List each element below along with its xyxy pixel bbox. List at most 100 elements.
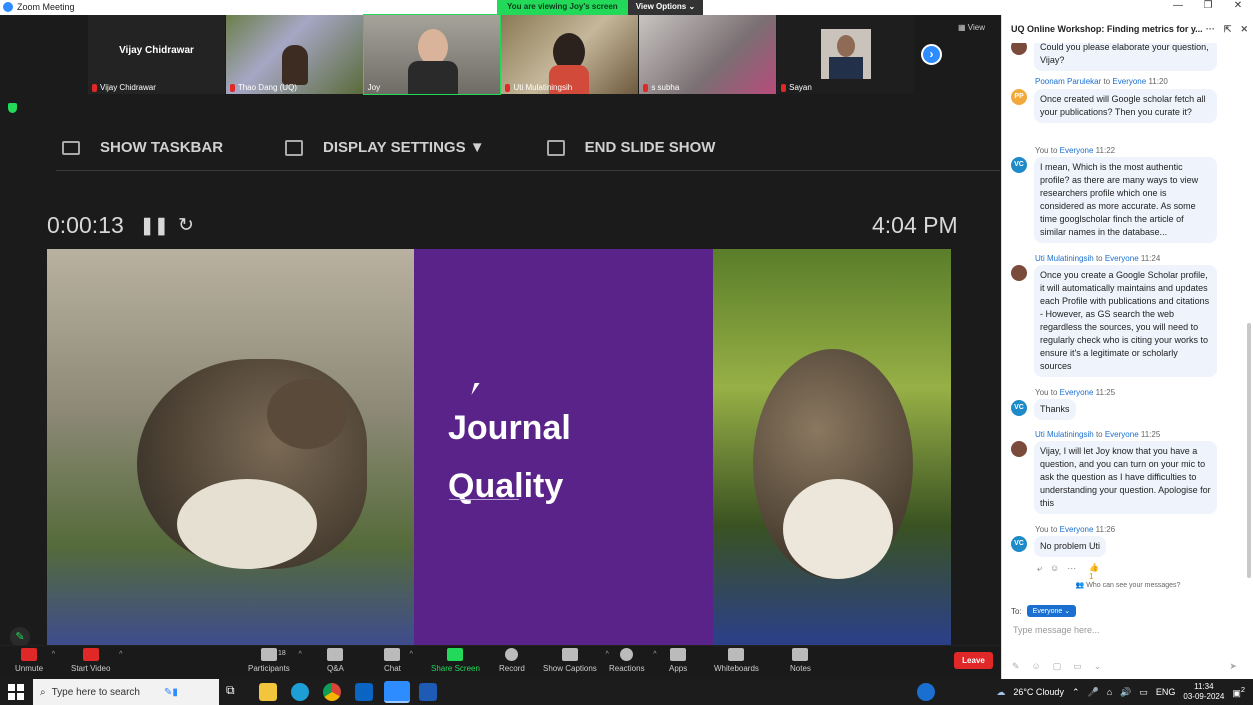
who-can-see-link[interactable]: 👥 Who can see your messages? [1002, 581, 1253, 589]
caret-up-icon[interactable]: ^ [52, 651, 55, 658]
volume-icon[interactable]: 🔊 [1120, 687, 1131, 698]
caret-up-icon[interactable]: ^ [653, 651, 656, 658]
participant-photo [821, 29, 872, 79]
view-label: View [967, 23, 985, 32]
message-bubble: Could you please elaborate your question… [1034, 43, 1217, 71]
search-highlight-icon: ✎▮ [164, 686, 178, 698]
chevron-up-icon[interactable]: ⌃ [1072, 687, 1080, 698]
chat-input[interactable]: Type message here... [1013, 625, 1100, 635]
restore-icon[interactable]: ❐ [1193, 0, 1223, 11]
to-word: to [1095, 430, 1103, 439]
outlook-icon[interactable] [355, 683, 373, 701]
security-shield-icon[interactable] [8, 103, 17, 113]
participant-name: Sayan [789, 83, 812, 92]
view-options-button[interactable]: View Options ⌄ [627, 0, 704, 15]
battery-icon[interactable]: ▭ [1139, 687, 1148, 698]
restart-timer-icon[interactable]: ↻ [178, 214, 194, 237]
chevron-down-icon[interactable]: ⌄ [1094, 661, 1102, 672]
network-icon[interactable]: ⌂ [1107, 687, 1112, 697]
file-explorer-icon[interactable] [259, 683, 277, 701]
taskbar-search[interactable]: ⌕ Type here to search ✎▮ [33, 679, 219, 705]
notes-label: Notes [790, 664, 811, 673]
display-settings-label: DISPLAY SETTINGS ▼ [323, 139, 485, 156]
participant-tile[interactable]: Uti Mulatiningsih [501, 15, 639, 94]
clock[interactable]: 11:34 03-09-2024 [1183, 682, 1224, 702]
slideshow-timer: 0:00:13 [47, 212, 124, 238]
participant-tile-active-speaker[interactable]: Joy [362, 14, 502, 95]
app-name: Zoom Meeting [17, 2, 75, 12]
caret-up-icon[interactable]: ^ [299, 651, 302, 658]
end-slide-show-button[interactable]: END SLIDE SHOW [546, 139, 715, 156]
show-captions-button[interactable]: Show Captions ^ [543, 648, 609, 673]
annotate-pencil-icon[interactable]: ✎ [10, 627, 30, 647]
mic-muted-icon [643, 83, 649, 92]
chat-button[interactable]: Chat ^ [384, 648, 413, 673]
unmute-button[interactable]: Unmute ^ [15, 648, 55, 673]
caret-up-icon[interactable]: ^ [119, 651, 122, 658]
meeting-area: Vijay Chidrawar Vijay Chidrawar Thao Dan… [0, 14, 1001, 647]
participant-name: s subha [651, 83, 680, 92]
share-screen-button[interactable]: Share Screen [431, 648, 480, 673]
weather-label[interactable]: 26°C Cloudy [1013, 687, 1064, 697]
task-view-icon[interactable]: ⧉ [226, 683, 244, 701]
notes-button[interactable]: Notes [790, 648, 811, 673]
minimize-icon[interactable]: — [1163, 0, 1193, 11]
participant-tile[interactable]: Thao Dang (UQ) [225, 15, 363, 94]
qa-button[interactable]: Q&A [327, 648, 344, 673]
view-button[interactable]: ▦ View [958, 23, 985, 32]
recipient-dropdown[interactable]: Everyone ⌄ [1026, 605, 1077, 617]
pause-icon[interactable]: ❚❚ [140, 216, 169, 236]
chat-scrollbar[interactable] [1247, 323, 1251, 578]
people-icon: 👥 [1075, 582, 1085, 589]
participant-strip: Vijay Chidrawar Vijay Chidrawar Thao Dan… [88, 14, 914, 95]
add-reaction-icon[interactable]: ☺ [1050, 563, 1059, 574]
record-button[interactable]: Record [499, 648, 525, 673]
unmute-label: Unmute [15, 664, 44, 673]
leave-button[interactable]: Leave [954, 652, 993, 669]
windows-start-icon[interactable] [8, 684, 24, 700]
notification-icon[interactable]: ▣2 [1232, 685, 1245, 699]
avatar: VC [1011, 536, 1027, 552]
zoom-taskbar-icon[interactable] [384, 681, 410, 703]
edge-icon[interactable] [291, 683, 309, 701]
message-bubble: Vijay, I will let Joy know that you have… [1034, 441, 1217, 514]
caret-up-icon[interactable]: ^ [410, 651, 413, 658]
microphone-icon[interactable]: 🎤 [1087, 687, 1098, 698]
message-bubble: Thanks [1034, 399, 1076, 420]
format-icon[interactable]: ✎ [1012, 661, 1020, 672]
to-label: To: [1011, 606, 1022, 616]
reactions-button[interactable]: Reactions ^ [609, 648, 657, 673]
chrome-icon[interactable] [323, 683, 341, 701]
more-icon[interactable]: ··· [1067, 563, 1076, 574]
word-icon[interactable] [419, 683, 437, 701]
message-meta: Uti Mulatiningsih to Everyone 11:25 [1035, 430, 1160, 439]
system-tray: ☁ 26°C Cloudy ⌃ 🎤 ⌂ 🔊 ▭ ENG 11:34 03-09-… [996, 679, 1253, 705]
send-icon[interactable]: ➤ [1229, 661, 1237, 672]
whiteboards-button[interactable]: Whiteboards [714, 648, 759, 673]
app-title: Zoom Meeting [3, 2, 75, 12]
participants-button[interactable]: Participants 18 ^ [248, 648, 302, 673]
to-word: to [1103, 77, 1111, 86]
participant-tile[interactable]: s subha [639, 15, 777, 94]
sender-name: You [1035, 388, 1049, 397]
thumbs-up-reaction[interactable]: 👍1 [1089, 563, 1099, 581]
emoji-icon[interactable]: ☺ [1032, 661, 1041, 672]
participant-tile[interactable]: Vijay Chidrawar Vijay Chidrawar [88, 15, 225, 94]
apps-button[interactable]: Apps [669, 648, 687, 673]
view-options-label: View Options [635, 2, 687, 11]
mic-muted-icon [92, 83, 97, 92]
more-icon[interactable]: ··· [1206, 24, 1215, 35]
participant-tile[interactable]: Sayan [777, 15, 914, 94]
show-taskbar-button[interactable]: SHOW TASKBAR [62, 139, 223, 156]
start-video-button[interactable]: Start Video ^ [71, 648, 122, 673]
screenshot-icon[interactable]: ▭ [1073, 661, 1082, 672]
popout-icon[interactable]: ⇱ [1224, 24, 1232, 35]
close-icon[interactable]: ✕ [1240, 24, 1248, 35]
file-icon[interactable]: ▢ [1053, 661, 1062, 672]
help-icon[interactable] [917, 683, 935, 701]
display-settings-button[interactable]: DISPLAY SETTINGS ▼ [285, 139, 485, 156]
next-page-arrow-icon[interactable]: › [921, 44, 942, 65]
close-icon[interactable]: ✕ [1223, 0, 1253, 11]
language-indicator[interactable]: ENG [1156, 687, 1176, 697]
reply-icon[interactable]: ⤶ [1037, 563, 1042, 574]
